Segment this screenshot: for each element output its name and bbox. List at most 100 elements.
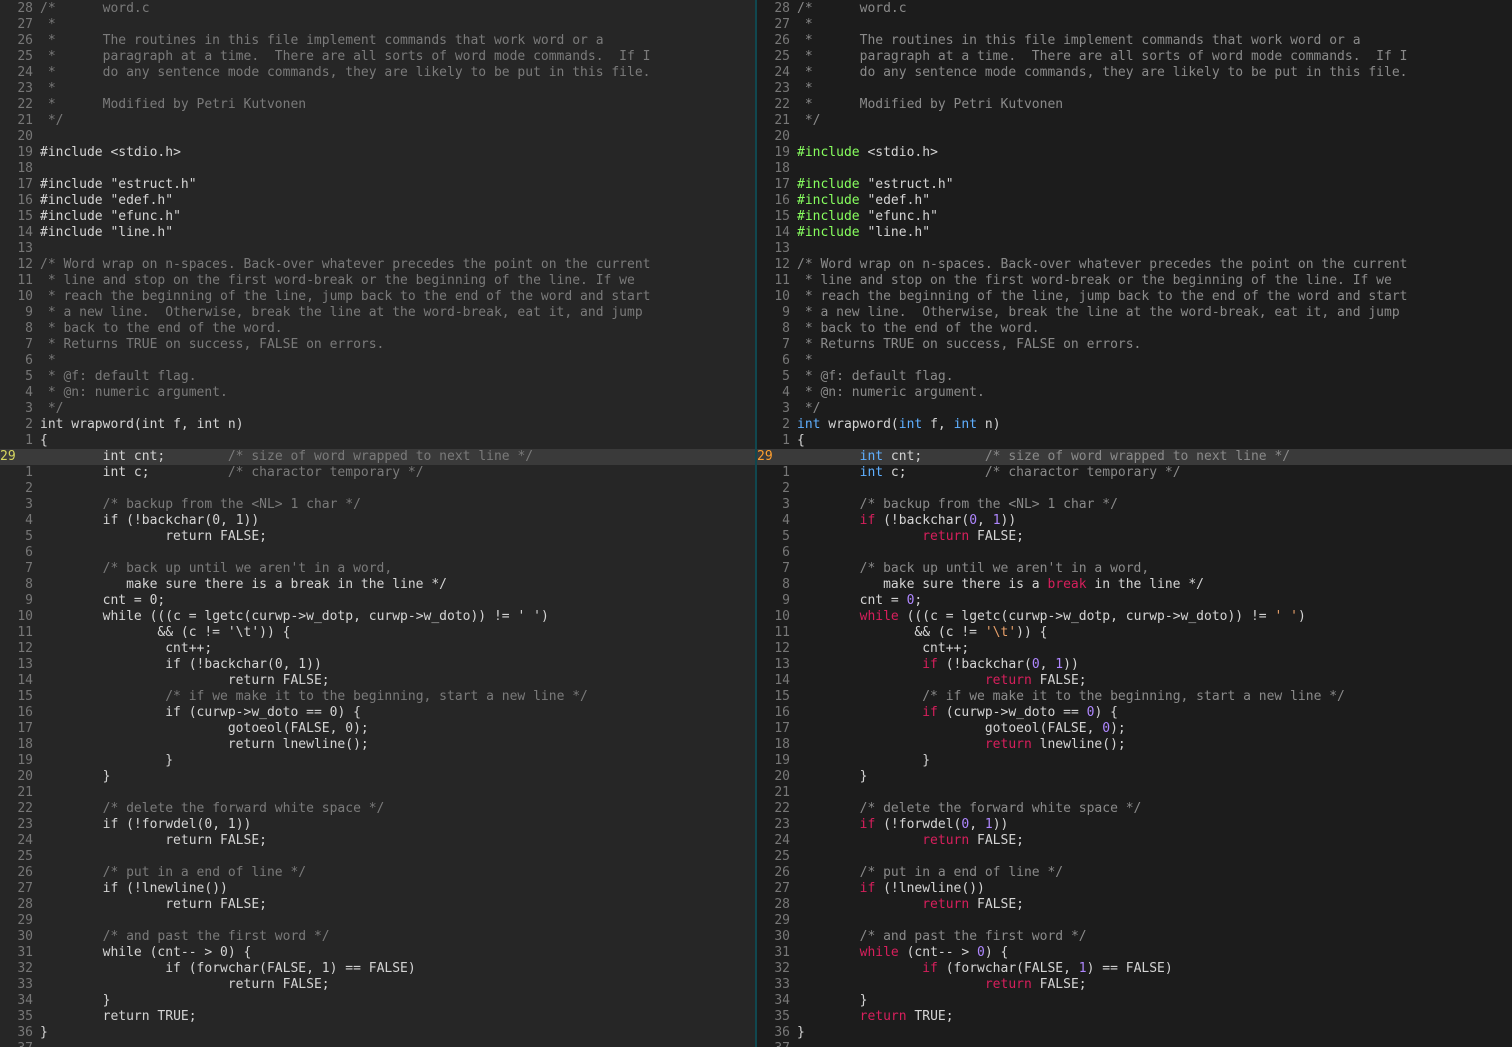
code-text[interactable]: while (((c = lgetc(curwp->w_dotp, curwp-… bbox=[790, 609, 1306, 625]
code-text[interactable]: return FALSE; bbox=[790, 833, 1024, 849]
code-text[interactable]: make sure there is a break in the line *… bbox=[33, 577, 447, 593]
code-text[interactable]: #include "line.h" bbox=[33, 225, 173, 241]
code-line[interactable]: 19 #include <stdio.h> bbox=[757, 145, 1512, 161]
code-line[interactable]: 13 if (!backchar(0, 1)) bbox=[0, 657, 756, 673]
code-text[interactable]: * Returns TRUE on success, FALSE on erro… bbox=[33, 337, 385, 353]
code-text[interactable]: #include "edef.h" bbox=[790, 193, 930, 209]
code-text[interactable]: */ bbox=[33, 401, 64, 417]
code-text[interactable]: #include <stdio.h> bbox=[33, 145, 181, 161]
code-line[interactable]: 33 return FALSE; bbox=[0, 977, 756, 993]
code-text[interactable]: if (!forwdel(0, 1)) bbox=[33, 817, 252, 833]
code-text[interactable]: /* Word wrap on n-spaces. Back-over what… bbox=[33, 257, 650, 273]
code-text[interactable]: int cnt; /* size of word wrapped to next… bbox=[790, 449, 1290, 465]
code-text[interactable]: * bbox=[790, 81, 813, 97]
code-line[interactable]: 34 } bbox=[757, 993, 1512, 1009]
code-line[interactable]: 9 * a new line. Otherwise, break the lin… bbox=[0, 305, 756, 321]
code-text[interactable]: return FALSE; bbox=[33, 673, 330, 689]
code-text[interactable]: } bbox=[790, 769, 868, 785]
code-text[interactable]: /* if we make it to the beginning, start… bbox=[790, 689, 1345, 705]
code-line[interactable]: 22 * Modified by Petri Kutvonen bbox=[0, 97, 756, 113]
code-line[interactable]: 6 bbox=[0, 545, 756, 561]
code-text[interactable]: * bbox=[790, 17, 813, 33]
code-text[interactable]: */ bbox=[33, 113, 64, 129]
code-text[interactable]: if (!backchar(0, 1)) bbox=[790, 657, 1079, 673]
code-text[interactable]: #include <stdio.h> bbox=[790, 145, 938, 161]
code-line[interactable]: 24 return FALSE; bbox=[0, 833, 756, 849]
code-line[interactable]: 28 return FALSE; bbox=[0, 897, 756, 913]
code-line[interactable]: 2 int wrapword(int f, int n) bbox=[757, 417, 1512, 433]
code-line[interactable]: 8 * back to the end of the word. bbox=[757, 321, 1512, 337]
code-line[interactable]: 3 /* backup from the <NL> 1 char */ bbox=[0, 497, 756, 513]
code-text[interactable]: if (!backchar(0, 1)) bbox=[790, 513, 1017, 529]
code-line[interactable]: 16 if (curwp->w_doto == 0) { bbox=[757, 705, 1512, 721]
code-text[interactable]: * bbox=[790, 353, 813, 369]
code-line[interactable]: 30 /* and past the first word */ bbox=[0, 929, 756, 945]
code-text[interactable]: if (forwchar(FALSE, 1) == FALSE) bbox=[33, 961, 415, 977]
code-text[interactable]: /* if we make it to the beginning, start… bbox=[33, 689, 588, 705]
code-line[interactable]: 22 /* delete the forward white space */ bbox=[0, 801, 756, 817]
code-text[interactable]: } bbox=[790, 753, 930, 769]
code-text[interactable]: && (c != '\t')) { bbox=[790, 625, 1047, 641]
code-line[interactable]: 2 int wrapword(int f, int n) bbox=[0, 417, 756, 433]
code-text[interactable]: return FALSE; bbox=[33, 897, 267, 913]
code-line[interactable]: 17 #include "estruct.h" bbox=[0, 177, 756, 193]
code-text[interactable]: /* put in a end of line */ bbox=[33, 865, 307, 881]
code-line[interactable]: 21 */ bbox=[757, 113, 1512, 129]
code-text[interactable]: * @f: default flag. bbox=[33, 369, 197, 385]
code-text[interactable]: int c; /* charactor temporary */ bbox=[33, 465, 424, 481]
code-line[interactable]: 14 #include "line.h" bbox=[757, 225, 1512, 241]
code-line[interactable]: 4 if (!backchar(0, 1)) bbox=[0, 513, 756, 529]
code-text[interactable]: } bbox=[33, 769, 111, 785]
code-line[interactable]: 11 * line and stop on the first word-bre… bbox=[757, 273, 1512, 289]
code-text[interactable]: return lnewline(); bbox=[790, 737, 1126, 753]
code-text[interactable]: * a new line. Otherwise, break the line … bbox=[790, 305, 1400, 321]
code-text[interactable]: cnt++; bbox=[33, 641, 212, 657]
code-line[interactable]: 1 int c; /* charactor temporary */ bbox=[0, 465, 756, 481]
code-text[interactable]: /* word.c bbox=[790, 1, 907, 17]
code-text[interactable]: while (cnt-- > 0) { bbox=[790, 945, 1009, 961]
code-line[interactable]: 6 * bbox=[0, 353, 756, 369]
code-text[interactable]: return FALSE; bbox=[790, 897, 1024, 913]
code-text[interactable]: return FALSE; bbox=[33, 833, 267, 849]
code-line[interactable]: 7 * Returns TRUE on success, FALSE on er… bbox=[0, 337, 756, 353]
code-line[interactable]: 12 cnt++; bbox=[0, 641, 756, 657]
code-line[interactable]: 14 #include "line.h" bbox=[0, 225, 756, 241]
code-text[interactable]: */ bbox=[790, 113, 821, 129]
code-line[interactable]: 8 make sure there is a break in the line… bbox=[0, 577, 756, 593]
code-line[interactable]: 24 * do any sentence mode commands, they… bbox=[757, 65, 1512, 81]
code-line[interactable]: 4 * @n: numeric argument. bbox=[0, 385, 756, 401]
code-text[interactable]: return lnewline(); bbox=[33, 737, 369, 753]
code-line[interactable]: 27 * bbox=[0, 17, 756, 33]
code-line[interactable]: 1{ bbox=[757, 433, 1512, 449]
code-line[interactable]: 18 return lnewline(); bbox=[0, 737, 756, 753]
code-text[interactable]: } bbox=[33, 993, 111, 1009]
code-line[interactable]: 5 return FALSE; bbox=[0, 529, 756, 545]
code-text[interactable]: * back to the end of the word. bbox=[790, 321, 1040, 337]
code-line[interactable]: 20 } bbox=[0, 769, 756, 785]
current-line[interactable]: 29 int cnt; /* size of word wrapped to n… bbox=[0, 449, 756, 465]
code-text[interactable]: gotoeol(FALSE, 0); bbox=[33, 721, 369, 737]
code-line[interactable]: 16 #include "edef.h" bbox=[0, 193, 756, 209]
code-text[interactable]: cnt = 0; bbox=[33, 593, 166, 609]
code-line[interactable]: 18 bbox=[0, 161, 756, 177]
code-text[interactable]: #include "edef.h" bbox=[33, 193, 173, 209]
current-line[interactable]: 29 int cnt; /* size of word wrapped to n… bbox=[757, 449, 1512, 465]
code-text[interactable]: /* put in a end of line */ bbox=[790, 865, 1064, 881]
code-text[interactable]: /* backup from the <NL> 1 char */ bbox=[790, 497, 1118, 513]
code-line[interactable]: 14 return FALSE; bbox=[757, 673, 1512, 689]
code-line[interactable]: 14 return FALSE; bbox=[0, 673, 756, 689]
code-line[interactable]: 11 && (c != '\t')) { bbox=[757, 625, 1512, 641]
code-text[interactable]: if (!lnewline()) bbox=[33, 881, 228, 897]
code-line[interactable]: 28/* word.c bbox=[757, 1, 1512, 17]
code-line[interactable]: 10 while (((c = lgetc(curwp->w_dotp, cur… bbox=[0, 609, 756, 625]
code-line[interactable]: 16 if (curwp->w_doto == 0) { bbox=[0, 705, 756, 721]
code-line[interactable]: 29 bbox=[757, 913, 1512, 929]
editor-pane-left[interactable]: 28/* word.c 27 * 26 * The routines in this… bbox=[0, 0, 756, 1047]
code-text[interactable]: /* delete the forward white space */ bbox=[790, 801, 1142, 817]
code-text[interactable]: return FALSE; bbox=[790, 977, 1087, 993]
code-line[interactable]: 27 if (!lnewline()) bbox=[757, 881, 1512, 897]
code-text[interactable]: #include "line.h" bbox=[790, 225, 930, 241]
code-text[interactable]: make sure there is a break in the line *… bbox=[790, 577, 1204, 593]
code-text[interactable]: /* backup from the <NL> 1 char */ bbox=[33, 497, 361, 513]
code-line[interactable]: 20 bbox=[757, 129, 1512, 145]
